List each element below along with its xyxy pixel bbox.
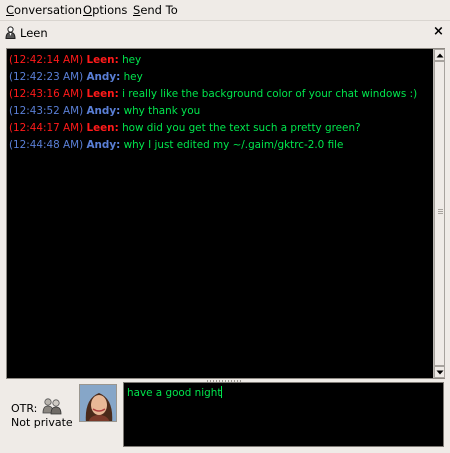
arrow-up-icon [436,53,444,58]
vertical-scrollbar[interactable] [433,49,445,378]
message-nick: Leen: [86,88,119,100]
avatar-image [80,385,116,421]
grip-line [438,209,443,210]
message-row: (12:44:48 AM) Andy: why I just edited my… [9,137,433,154]
user-icon [5,26,16,39]
message-row: (12:42:14 AM) Leen: hey [9,52,433,69]
message-time: (12:42:23 AM) [9,71,84,83]
message-row: (12:42:23 AM) Andy: hey [9,69,433,86]
message-text: i really like the background color of yo… [122,88,418,100]
otr-people-icon[interactable] [42,397,62,415]
message-list[interactable]: (12:42:14 AM) Leen: hey (12:42:23 AM) An… [7,49,433,378]
message-nick: Leen: [86,54,119,66]
message-text: why I just edited my ~/.gaim/gktrc-2.0 f… [123,139,344,151]
message-time: (12:43:16 AM) [9,88,84,100]
tab-title: Leen [20,26,48,40]
message-text: hey [123,71,143,83]
conversation-tab[interactable]: Leen × [0,21,450,45]
message-input[interactable]: have a good night [123,382,444,447]
message-input-text: have a good night [127,387,222,399]
message-text: why thank you [123,105,201,117]
message-text: how did you get the text such a pretty g… [122,122,361,134]
message-time: (12:44:17 AM) [9,122,84,134]
otr-status: Not private [11,416,73,429]
message-row: (12:43:52 AM) Andy: why thank you [9,103,433,120]
message-time: (12:44:48 AM) [9,139,84,151]
text-caret [221,386,223,398]
menu-send-to[interactable]: Send To [133,3,178,17]
grip-line [438,211,443,212]
scroll-up-button[interactable] [434,49,445,61]
scroll-down-button[interactable] [434,366,445,378]
menu-conversation[interactable]: Conversation [6,3,82,17]
message-row: (12:43:16 AM) Leen: i really like the ba… [9,86,433,103]
buddy-avatar[interactable] [79,384,117,422]
message-time: (12:42:14 AM) [9,54,84,66]
conversation-history[interactable]: (12:42:14 AM) Leen: hey (12:42:23 AM) An… [6,48,445,379]
message-nick: Andy: [86,139,121,151]
menu-options[interactable]: Options [83,3,127,17]
arrow-down-icon [436,370,444,375]
close-icon[interactable]: × [433,24,444,39]
grip-line [438,213,443,214]
message-nick: Andy: [86,105,121,117]
message-nick: Leen: [86,122,119,134]
menubar: Conversation Options Send To [0,0,450,21]
message-time: (12:43:52 AM) [9,105,84,117]
scrollbar-thumb[interactable] [434,61,445,366]
message-text: hey [122,54,142,66]
otr-label: OTR: [11,402,38,415]
message-row: (12:44:17 AM) Leen: how did you get the … [9,120,433,137]
message-nick: Andy: [86,71,121,83]
